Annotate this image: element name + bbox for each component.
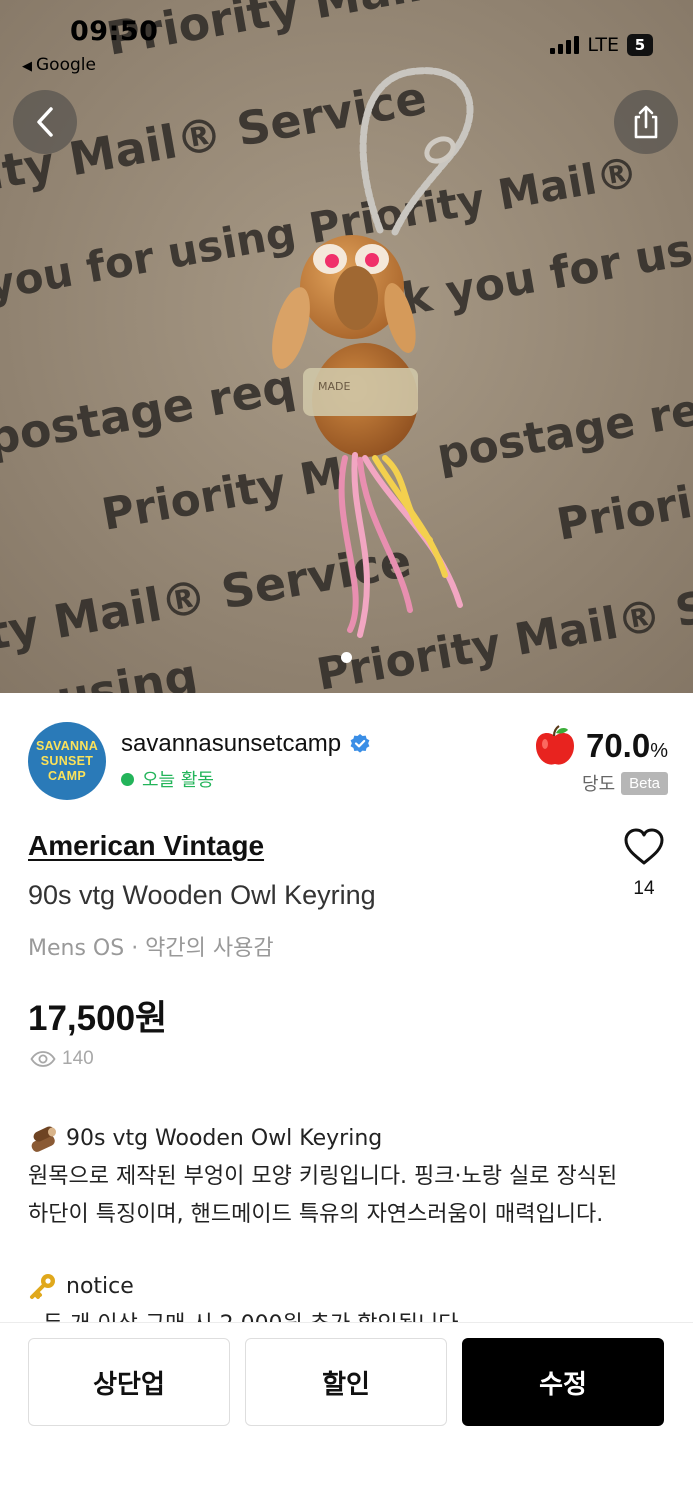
avatar-text: SUNSET xyxy=(40,753,94,768)
heart-icon xyxy=(624,828,664,865)
discount-button[interactable]: 할인 xyxy=(245,1338,447,1426)
view-count: 140 xyxy=(30,1048,94,1070)
key-icon xyxy=(30,1274,55,1299)
description-heading: 90s vtg Wooden Owl Keyring xyxy=(66,1126,383,1151)
apple-icon xyxy=(535,725,574,765)
avatar-text: CAMP xyxy=(47,768,86,783)
sweetness-caption: 당도 Beta xyxy=(582,770,668,796)
beta-badge: Beta xyxy=(621,771,668,795)
online-dot-icon xyxy=(121,772,134,786)
product-description: 90s vtg Wooden Owl Keyring 원목으로 제작된 부엉이 … xyxy=(28,1120,668,1325)
back-to-app-link[interactable]: ◀ Google xyxy=(22,55,96,75)
avatar-text: SAVANNA xyxy=(35,738,99,753)
back-app-label: Google xyxy=(36,55,96,75)
network-label: LTE xyxy=(587,34,619,56)
edit-button[interactable]: 수정 xyxy=(462,1338,664,1426)
product-meta: Mens OS · 약간의 사용감 xyxy=(28,936,274,961)
back-button[interactable] xyxy=(13,90,77,154)
brand-link[interactable]: American Vintage xyxy=(28,830,264,862)
activity-text: 오늘 활동 xyxy=(142,770,214,791)
seller-name-text: savannasunsetcamp xyxy=(121,730,342,757)
carousel-dot-active xyxy=(341,652,352,663)
battery-icon: 5 xyxy=(627,34,653,56)
description-line: 하단이 특징이며, 핸드메이드 특유의 자연스러움이 매력입니다. xyxy=(28,1202,604,1227)
seller-row[interactable]: SAVANNA SUNSET CAMP savannasunsetcamp 오늘… xyxy=(28,720,668,804)
sweetness-number: 70.0 xyxy=(585,727,651,764)
sweetness-score[interactable]: 70.0% xyxy=(532,724,668,768)
bottom-action-bar: 상단업 할인 수정 xyxy=(0,1322,693,1500)
product-image: Priority Mail ity Mail® Service you for … xyxy=(0,0,693,693)
svg-text:MADE: MADE xyxy=(318,380,350,393)
like-count: 14 xyxy=(633,878,655,899)
back-triangle-icon: ◀ xyxy=(22,59,32,74)
signal-icon xyxy=(550,36,580,54)
like-button[interactable]: 14 xyxy=(620,828,668,900)
product-price: 17,500원 xyxy=(28,999,168,1038)
seller-avatar[interactable]: SAVANNA SUNSET CAMP xyxy=(28,722,106,800)
sweetness-value: 70.0% xyxy=(586,727,668,765)
sweetness-unit: % xyxy=(650,740,668,762)
description-line: 원목으로 제작된 부엉이 모양 키링입니다. 핑크·노랑 실로 장식된 xyxy=(28,1164,618,1189)
notice-heading: notice xyxy=(66,1274,134,1299)
seller-name[interactable]: savannasunsetcamp xyxy=(121,730,371,758)
share-button[interactable] xyxy=(614,90,678,154)
product-photo[interactable]: Priority Mail ity Mail® Service you for … xyxy=(0,0,693,693)
view-count-text: 140 xyxy=(62,1048,94,1069)
chevron-left-icon xyxy=(37,107,53,137)
eye-icon xyxy=(30,1051,56,1067)
product-title: 90s vtg Wooden Owl Keyring xyxy=(28,880,376,910)
share-icon xyxy=(634,105,658,139)
bump-up-button[interactable]: 상단업 xyxy=(28,1338,230,1426)
status-bar: 09:50 ◀ Google LTE 5 xyxy=(0,0,693,90)
sweetness-label: 당도 xyxy=(582,774,616,795)
verified-badge-icon xyxy=(350,734,370,753)
wood-log-icon xyxy=(31,1126,56,1152)
status-time: 09:50 xyxy=(70,16,159,47)
carousel-indicator xyxy=(0,652,693,663)
seller-activity-status: 오늘 활동 xyxy=(121,766,214,792)
